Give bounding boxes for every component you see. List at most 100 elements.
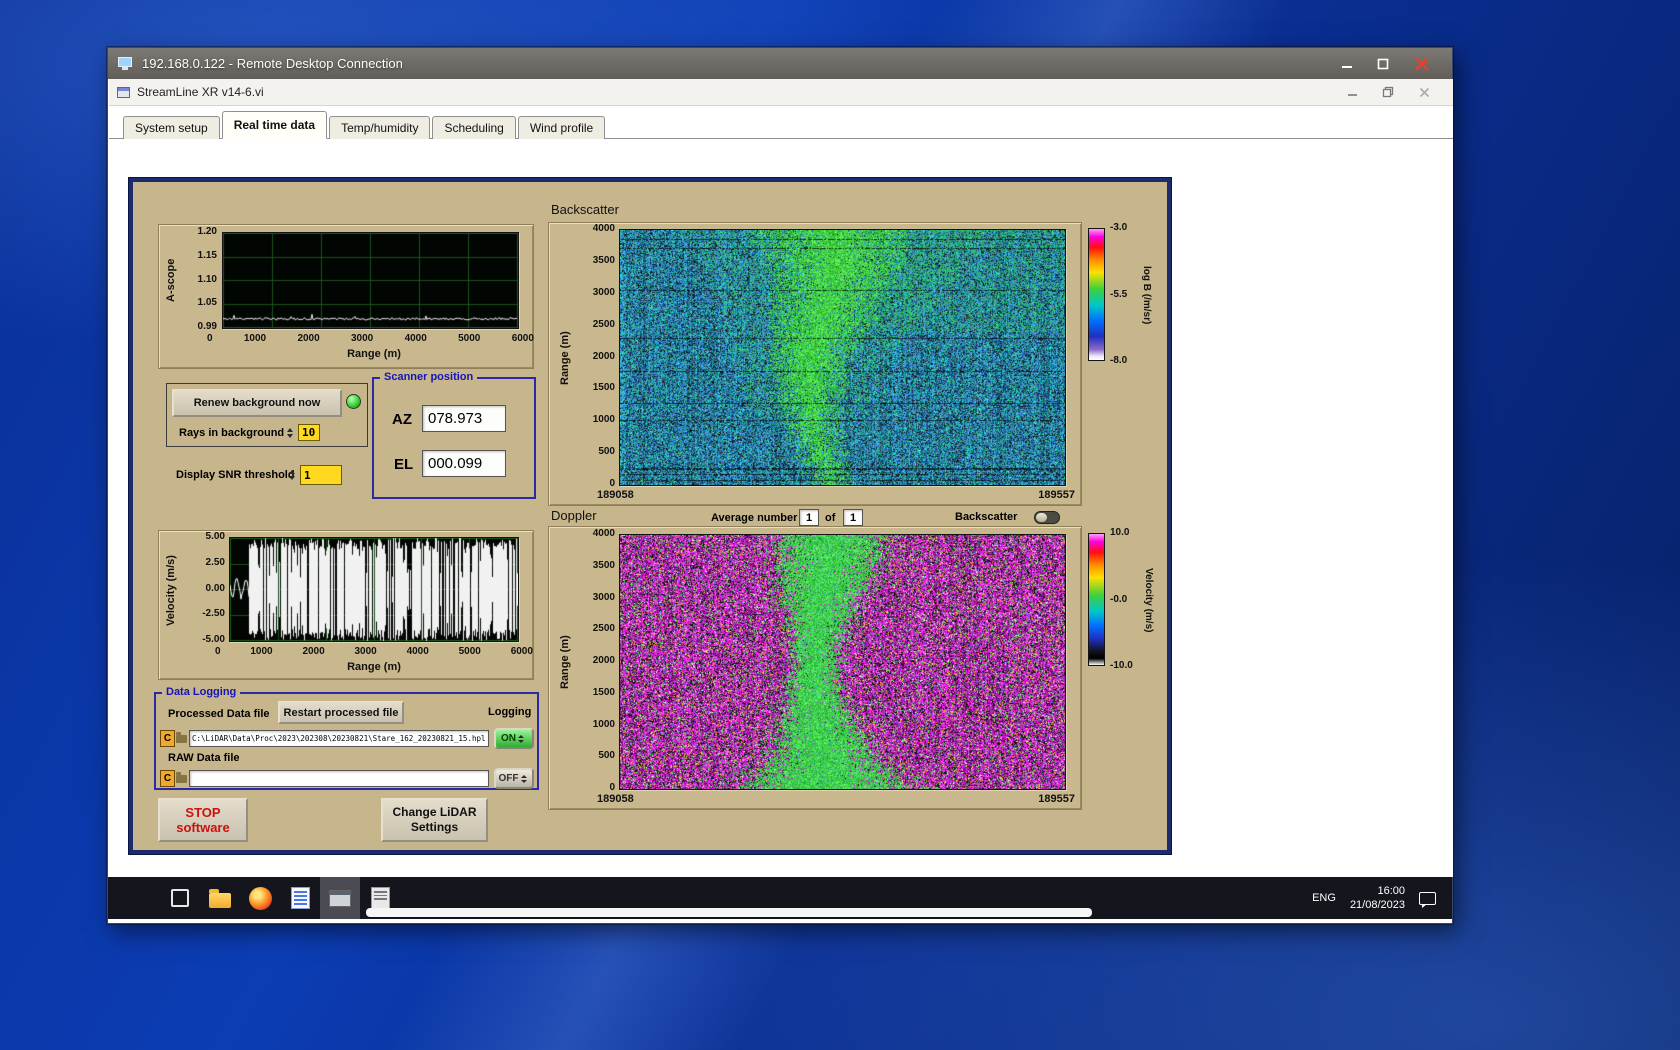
backscatter-toggle-label: Backscatter xyxy=(955,511,1018,523)
system-tray: ENG 16:00 21/08/2023 xyxy=(1312,877,1452,919)
data-logging-title: Data Logging xyxy=(162,686,241,698)
scan-settings-icon xyxy=(370,887,390,909)
velocity-canvas xyxy=(230,538,518,641)
rdp-maximize-button[interactable] xyxy=(1368,53,1398,74)
az-label: AZ xyxy=(392,411,412,428)
ascope-canvas xyxy=(223,233,518,328)
rdp-window: 192.168.0.122 - Remote Desktop Connectio… xyxy=(107,47,1453,924)
restart-processed-file-button[interactable]: Restart processed file xyxy=(278,701,404,724)
taskbar-clock[interactable]: 16:00 21/08/2023 xyxy=(1350,884,1405,912)
data-logging-group: Data Logging Processed Data file Restart… xyxy=(154,686,539,790)
on-label: ON xyxy=(501,733,516,744)
tick-label: 2000 xyxy=(592,655,615,666)
tick-label: 6000 xyxy=(510,646,533,657)
app-minimize-button[interactable] xyxy=(1337,83,1367,102)
action-center-icon[interactable] xyxy=(1419,891,1436,908)
snr-stepper[interactable] xyxy=(289,465,298,485)
backscatter-colorbar-label: log B (/m/sr) xyxy=(1141,266,1152,325)
tab-scheduling[interactable]: Scheduling xyxy=(432,116,516,139)
tick-label: 2500 xyxy=(592,318,615,330)
backscatter-toggle[interactable] xyxy=(1034,511,1060,524)
raw-logging-off-button[interactable]: OFF xyxy=(494,768,534,789)
labview-vi-icon xyxy=(117,86,130,98)
tab-real-time-data[interactable]: Real time data xyxy=(221,111,328,139)
task-view-button[interactable] xyxy=(160,877,200,919)
backscatter-colorbar-ticks: -3.0 -5.5 -8.0 xyxy=(1110,222,1140,367)
rdp-close-button[interactable] xyxy=(1404,53,1440,74)
tick-label: 1.15 xyxy=(197,249,217,261)
velocity-y-axis-label: Velocity (m/s) xyxy=(165,555,177,627)
tick-label: 0.99 xyxy=(197,321,217,332)
ascope-x-ticks: 0 1000 2000 3000 4000 5000 6000 xyxy=(207,333,534,345)
firefox-button[interactable] xyxy=(240,877,280,919)
velocity-chart: Velocity (m/s) 5.00 2.50 0.00 -2.50 -5.00 0 1… xyxy=(158,530,534,680)
tick-label: 5000 xyxy=(458,646,481,657)
background-controls-box: Renew background now Rays in background … xyxy=(166,383,368,447)
average-count-field[interactable]: 1 xyxy=(843,509,863,526)
velocity-x-ticks: 0 1000 2000 3000 4000 5000 6000 xyxy=(215,646,533,658)
snr-value-field[interactable]: 1 xyxy=(300,465,342,485)
raw-data-file-label: RAW Data file xyxy=(168,752,240,764)
tick-label: 2000 xyxy=(592,350,615,362)
tab-wind-profile[interactable]: Wind profile xyxy=(517,116,606,139)
minimize-icon xyxy=(1342,65,1352,68)
raw-browse-folder-icon[interactable] xyxy=(175,770,188,787)
scanner-position-title: Scanner position xyxy=(380,371,478,383)
app-close-button[interactable] xyxy=(1409,83,1439,102)
rdp-titlebar[interactable]: 192.168.0.122 - Remote Desktop Connectio… xyxy=(108,48,1452,79)
raw-path-field[interactable] xyxy=(189,770,489,787)
velocity-x-axis-label: Range (m) xyxy=(347,661,401,673)
on-stepper-icon xyxy=(518,734,527,743)
doppler-plot-area xyxy=(619,534,1066,790)
tick-label: 4000 xyxy=(592,528,615,539)
app-titlebar[interactable]: StreamLine XR v14-6.vi xyxy=(109,79,1453,106)
tick-label: 5.00 xyxy=(205,531,225,542)
tick-label: 1500 xyxy=(592,382,615,394)
doppler-colorbar-ticks: 10.0 -0.0 -10.0 xyxy=(1110,527,1144,672)
rays-stepper[interactable] xyxy=(287,424,296,442)
backscatter-plot-area xyxy=(619,229,1066,486)
change-lidar-settings-button[interactable]: Change LiDAR Settings xyxy=(381,798,488,842)
tick-label: -8.0 xyxy=(1110,355,1128,366)
processed-path-field[interactable]: C:\LiDAR\Data\Proc\2023\202308\20230821\… xyxy=(189,730,489,747)
tab-system-setup[interactable]: System setup xyxy=(123,116,220,139)
rays-value-field[interactable]: 10 xyxy=(298,424,320,441)
scanner-position-group: Scanner position AZ 078.973 EL 000.099 xyxy=(372,371,536,499)
processed-browse-folder-icon[interactable] xyxy=(175,730,188,747)
ascope-x-axis-label: Range (m) xyxy=(347,348,401,360)
tick-label: 1.05 xyxy=(197,297,217,309)
app-window-icon xyxy=(329,889,351,907)
processed-logging-on-button[interactable]: ON xyxy=(494,728,534,749)
backscatter-y-axis-label: Range (m) xyxy=(559,331,571,385)
stop-software-button[interactable]: STOP software xyxy=(158,798,248,842)
minimize-icon xyxy=(1347,93,1357,96)
average-number-field[interactable]: 1 xyxy=(799,509,819,526)
file-explorer-button[interactable] xyxy=(200,877,240,919)
horizontal-scrollbar[interactable] xyxy=(366,908,1092,917)
tick-label: -5.5 xyxy=(1110,288,1128,300)
tick-label: -5.00 xyxy=(202,634,225,645)
raw-drive-selector[interactable]: C xyxy=(160,770,175,787)
language-indicator[interactable]: ENG xyxy=(1312,892,1336,904)
average-number-label: Average number xyxy=(711,512,798,524)
tick-label: 500 xyxy=(598,446,615,458)
tick-label: -3.0 xyxy=(1110,222,1128,233)
taskbar-icons xyxy=(160,877,400,919)
notepad-button[interactable] xyxy=(280,877,320,919)
renew-background-button[interactable]: Renew background now xyxy=(172,389,342,417)
active-app-button[interactable] xyxy=(320,877,360,919)
tick-label: 1000 xyxy=(243,333,267,344)
tick-label: -10.0 xyxy=(1110,660,1133,671)
tab-temp-humidity[interactable]: Temp/humidity xyxy=(329,116,431,139)
clock-time: 16:00 xyxy=(1377,885,1405,897)
settings-line1: Change LiDAR xyxy=(392,805,477,819)
app-restore-button[interactable] xyxy=(1373,83,1403,102)
doppler-x-end: 189557 xyxy=(1038,793,1075,805)
tick-label: 6000 xyxy=(511,333,534,344)
settings-line2: Settings xyxy=(410,820,459,834)
doppler-colorbar xyxy=(1088,533,1105,666)
app-window-title: StreamLine XR v14-6.vi xyxy=(137,85,264,99)
rdp-minimize-button[interactable] xyxy=(1332,53,1362,74)
processed-drive-selector[interactable]: C xyxy=(160,730,175,747)
restore-icon xyxy=(1382,86,1394,98)
